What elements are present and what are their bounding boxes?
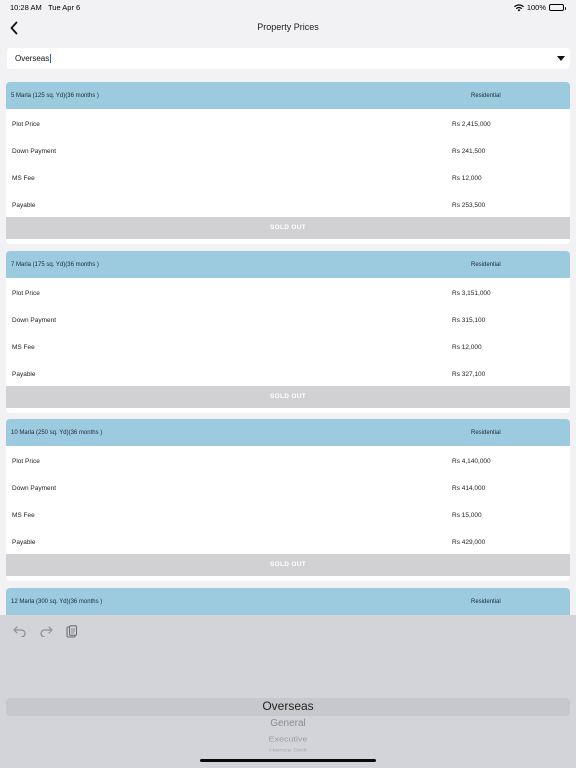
battery-percent: 100% — [526, 3, 546, 12]
card-header: 5 Marla (125 sq. Yd)(36 months ) Residen… — [6, 82, 570, 109]
picker-input-view: Overseas General Executive Hamza Dick — [0, 615, 576, 768]
battery-icon — [549, 4, 566, 11]
row-label: MS Fee — [12, 343, 35, 351]
price-row: Plot Price Rs 2,415,000 — [6, 109, 570, 136]
navigation-bar: Property Prices — [0, 14, 576, 42]
card-type: Residential — [471, 261, 501, 268]
wifi-icon — [513, 3, 524, 11]
category-dropdown[interactable]: Overseas — [7, 48, 570, 69]
card-header: 7 Marla (175 sq. Yd)(36 months ) Residen… — [6, 250, 570, 278]
row-label: Down Payment — [12, 316, 57, 324]
redo-button[interactable] — [38, 624, 54, 638]
card-type: Residential — [471, 430, 501, 437]
price-row: Down Payment Rs 414,000 — [6, 473, 570, 500]
row-value: Rs 12,000 — [452, 343, 482, 351]
row-value: Rs 327,100 — [452, 370, 486, 378]
price-row: MS Fee Rs 15,000 — [6, 500, 570, 527]
row-value: Rs 429,000 — [452, 539, 486, 547]
card-type: Residential — [471, 93, 501, 99]
card-title: 5 Marla (125 sq. Yd)(36 months ) — [11, 93, 99, 99]
price-row: MS Fee Rs 12,000 — [6, 163, 570, 190]
undo-button[interactable] — [12, 624, 28, 638]
text-cursor — [50, 54, 52, 63]
price-row: Plot Price Rs 4,140,000 — [6, 446, 570, 473]
price-card: 7 Marla (175 sq. Yd)(36 months ) Residen… — [6, 250, 570, 413]
price-row: Down Payment Rs 315,100 — [6, 305, 570, 332]
paste-icon — [66, 624, 78, 638]
row-value: Rs 253,500 — [452, 202, 486, 209]
row-label: Payable — [12, 202, 36, 209]
page-title: Property Prices — [257, 22, 319, 32]
row-value: Rs 4,140,000 — [452, 458, 491, 466]
row-label: MS Fee — [12, 512, 35, 520]
card-type: Residential — [471, 598, 501, 605]
home-indicator — [200, 759, 376, 762]
row-value: Rs 2,415,000 — [452, 121, 491, 128]
picker-option[interactable]: Hamza Dick — [0, 748, 576, 752]
row-label: Payable — [12, 539, 36, 547]
redo-icon — [40, 626, 53, 637]
dropdown-value[interactable]: Overseas — [15, 54, 52, 63]
card-title: 12 Marla (300 sq. Yd)(36 months ) — [11, 598, 103, 605]
row-value: Rs 414,000 — [452, 485, 486, 493]
price-row: Payable Rs 327,100 — [6, 359, 570, 386]
row-label: Plot Price — [12, 458, 40, 466]
row-label: MS Fee — [12, 175, 35, 182]
sold-out-button[interactable]: SOLD OUT — [6, 385, 570, 408]
card-title: 7 Marla (175 sq. Yd)(36 months ) — [11, 261, 99, 268]
card-title: 10 Marla (250 sq. Yd)(36 months ) — [11, 430, 103, 437]
undo-icon — [13, 626, 26, 637]
price-row: Payable Rs 429,000 — [6, 527, 570, 554]
dropdown-arrow-icon[interactable] — [557, 56, 565, 61]
status-right: 100% — [513, 3, 566, 12]
picker-option[interactable]: General — [0, 718, 576, 729]
row-value: Rs 15,000 — [452, 512, 482, 520]
status-bar: 10:28 AM Tue Apr 6 100% — [0, 0, 576, 14]
row-value: Rs 3,151,000 — [452, 289, 491, 297]
price-row: Payable Rs 253,500 — [6, 190, 570, 217]
price-row: Down Payment Rs 241,500 — [6, 136, 570, 163]
row-value: Rs 241,500 — [452, 148, 486, 155]
status-time: 10:28 AM Tue Apr 6 — [10, 3, 81, 12]
card-header: 10 Marla (250 sq. Yd)(36 months ) Reside… — [6, 419, 570, 447]
row-label: Down Payment — [12, 148, 57, 155]
row-value: Rs 315,100 — [452, 316, 486, 324]
price-card: 5 Marla (125 sq. Yd)(36 months ) Residen… — [6, 82, 570, 244]
keyboard-toolbar — [12, 624, 80, 638]
picker-option[interactable]: Executive — [0, 735, 576, 744]
paste-button[interactable] — [64, 624, 80, 638]
price-row: Plot Price Rs 3,151,000 — [6, 278, 570, 305]
row-label: Down Payment — [12, 485, 57, 493]
sold-out-button[interactable]: SOLD OUT — [6, 217, 570, 239]
row-value: Rs 12,000 — [452, 175, 482, 182]
row-label: Payable — [12, 370, 36, 378]
card-header: 12 Marla (300 sq. Yd)(36 months ) Reside… — [6, 587, 570, 615]
sold-out-button[interactable]: SOLD OUT — [6, 554, 570, 577]
row-label: Plot Price — [12, 121, 40, 128]
price-row: MS Fee Rs 12,000 — [6, 332, 570, 359]
price-card: 10 Marla (250 sq. Yd)(36 months ) Reside… — [6, 419, 570, 582]
row-label: Plot Price — [12, 289, 40, 297]
picker-option-selected[interactable]: Overseas — [0, 699, 576, 713]
